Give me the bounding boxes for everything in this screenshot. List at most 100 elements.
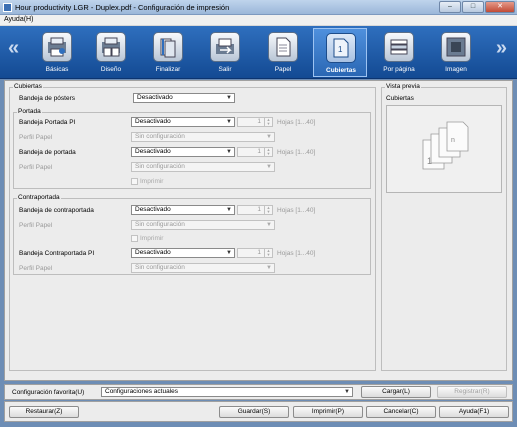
register-button[interactable]: Registrar(R) <box>437 386 507 398</box>
svg-text:1: 1 <box>427 156 432 166</box>
spin-arrows-icon[interactable]: ▲ ▼ <box>264 118 272 126</box>
tab-finalizar[interactable]: Finalizar <box>141 28 195 77</box>
paper-icon <box>268 32 298 62</box>
print-button[interactable]: Imprimir(P) <box>293 406 363 418</box>
save-button[interactable]: Guardar(S) <box>219 406 289 418</box>
tab-por-pagina[interactable]: Por página <box>372 28 426 77</box>
front-profile-select[interactable]: Sin configuración ▼ <box>131 162 275 172</box>
preview-image: 1 n <box>386 105 502 193</box>
next-arrow-icon[interactable]: » <box>496 38 507 58</box>
dropdown-arrow-icon: ▼ <box>226 95 232 101</box>
front-pi-profile-select[interactable]: Sin configuración ▼ <box>131 132 275 142</box>
action-bar: Restaurar(Z) Guardar(S) Imprimir(P) Canc… <box>4 401 513 422</box>
front-pi-tray-value: Desactivado <box>135 118 171 125</box>
back-pi-profile-label: Perfil Papel <box>19 265 53 272</box>
title-bar: Hour productivity LGR - Duplex.pdf - Con… <box>0 0 517 15</box>
front-profile-label: Perfil Papel <box>19 164 53 171</box>
image-icon <box>441 32 471 62</box>
help-button[interactable]: Ayuda(F1) <box>439 406 509 418</box>
favorites-bar: Configuración favorita(U) Configuracione… <box>4 384 513 400</box>
front-print-label: Imprimir <box>140 178 164 185</box>
front-pi-sheets-range: Hojas [1...40] <box>277 119 316 126</box>
svg-text:n: n <box>451 137 455 144</box>
back-cover-title: Contraportada <box>17 194 61 201</box>
prev-arrow-icon[interactable]: « <box>8 38 19 58</box>
tab-imagen[interactable]: Imagen <box>429 28 483 77</box>
tab-cubiertas[interactable]: 1 Cubiertas <box>313 28 367 77</box>
tab-salir[interactable]: Salir <box>198 28 252 77</box>
dropdown-arrow-icon: ▼ <box>344 389 350 395</box>
favorites-label: Configuración favorita(U) <box>12 389 85 396</box>
tab-papel[interactable]: Papel <box>256 28 310 77</box>
back-pi-profile-value: Sin configuración <box>135 264 185 271</box>
back-tray-value: Desactivado <box>135 206 171 213</box>
dropdown-arrow-icon: ▼ <box>266 164 272 170</box>
svg-text:1: 1 <box>338 45 343 54</box>
cover-pages-icon: 1 n <box>422 121 469 170</box>
settings-panel: Cubiertas Bandeja de pósters Desactivado… <box>4 80 513 381</box>
cancel-button[interactable]: Cancelar(C) <box>366 406 436 418</box>
front-print-checkbox[interactable] <box>131 178 138 185</box>
close-button[interactable]: ✕ <box>485 1 515 13</box>
tab-label: Papel <box>274 66 292 73</box>
back-pi-tray-label: Bandeja Contraportada PI <box>19 250 95 257</box>
back-profile-value: Sin configuración <box>135 221 185 228</box>
dropdown-arrow-icon: ▼ <box>266 222 272 228</box>
back-pi-tray-select[interactable]: Desactivado ▼ <box>131 248 235 258</box>
front-profile-value: Sin configuración <box>135 163 185 170</box>
front-sheets-range: Hojas [1...40] <box>277 149 316 156</box>
back-pi-sheets-stepper[interactable]: 1 ▲ ▼ <box>237 248 273 258</box>
tab-label: Básicas <box>45 66 69 73</box>
tab-label: Diseño <box>100 66 122 73</box>
back-print-checkbox[interactable] <box>131 235 138 242</box>
spin-arrows-icon[interactable]: ▲ ▼ <box>264 148 272 156</box>
window-title: Hour productivity LGR - Duplex.pdf - Con… <box>15 3 230 12</box>
load-button[interactable]: Cargar(L) <box>361 386 431 398</box>
back-sheets-range: Hojas [1...40] <box>277 207 316 214</box>
back-print-label: Imprimir <box>140 235 164 242</box>
tab-basicas[interactable]: Básicas <box>30 28 84 77</box>
cover-icon: 1 <box>326 33 356 63</box>
back-tray-select[interactable]: Desactivado ▼ <box>131 205 235 215</box>
dropdown-arrow-icon: ▼ <box>226 149 232 155</box>
front-tray-label: Bandeja de portada <box>19 149 76 156</box>
tab-diseno[interactable]: Diseño <box>84 28 138 77</box>
poster-tray-select[interactable]: Desactivado ▼ <box>133 93 235 103</box>
front-tray-value: Desactivado <box>135 148 171 155</box>
front-pi-tray-select[interactable]: Desactivado ▼ <box>131 117 235 127</box>
front-pi-tray-label: Bandeja Portada PI <box>19 119 76 126</box>
back-pi-sheets-range: Hojas [1...40] <box>277 250 316 257</box>
covers-group-title: Cubiertas <box>13 83 43 90</box>
output-icon <box>210 32 240 62</box>
front-pi-sheets-value: 1 <box>257 118 261 125</box>
finishing-icon <box>153 32 183 62</box>
restore-button[interactable]: Restaurar(Z) <box>9 406 79 418</box>
back-pi-tray-value: Desactivado <box>135 249 171 256</box>
preview-subtitle: Cubiertas <box>386 95 414 102</box>
dropdown-arrow-icon: ▼ <box>266 265 272 271</box>
front-sheets-stepper[interactable]: 1 ▲ ▼ <box>237 147 273 157</box>
menu-help[interactable]: Ayuda(H) <box>4 16 33 23</box>
spin-arrows-icon[interactable]: ▲ ▼ <box>264 249 272 257</box>
front-pi-profile-label: Perfil Papel <box>19 134 53 141</box>
layout-icon <box>96 32 126 62</box>
back-profile-select[interactable]: Sin configuración ▼ <box>131 220 275 230</box>
back-sheets-value: 1 <box>257 206 261 213</box>
minimize-button[interactable]: – <box>439 1 461 13</box>
panel-toolbar: « Básicas Diseño Finalizar Salir Papel 1 <box>0 26 517 79</box>
tab-label: Por página <box>383 66 415 73</box>
per-page-icon <box>384 32 414 62</box>
tab-label: Finalizar <box>155 66 181 73</box>
spin-arrows-icon[interactable]: ▲ ▼ <box>264 206 272 214</box>
maximize-button[interactable]: □ <box>462 1 484 13</box>
front-pi-sheets-stepper[interactable]: 1 ▲ ▼ <box>237 117 273 127</box>
front-tray-select[interactable]: Desactivado ▼ <box>131 147 235 157</box>
dropdown-arrow-icon: ▼ <box>226 119 232 125</box>
back-pi-profile-select[interactable]: Sin configuración ▼ <box>131 263 275 273</box>
back-sheets-stepper[interactable]: 1 ▲ ▼ <box>237 205 273 215</box>
back-tray-label: Bandeja de contraportada <box>19 207 94 214</box>
poster-tray-value: Desactivado <box>137 94 173 101</box>
favorites-select[interactable]: Configuraciones actuales ▼ <box>101 387 353 397</box>
dropdown-arrow-icon: ▼ <box>266 134 272 140</box>
tab-label: Imagen <box>445 66 467 73</box>
